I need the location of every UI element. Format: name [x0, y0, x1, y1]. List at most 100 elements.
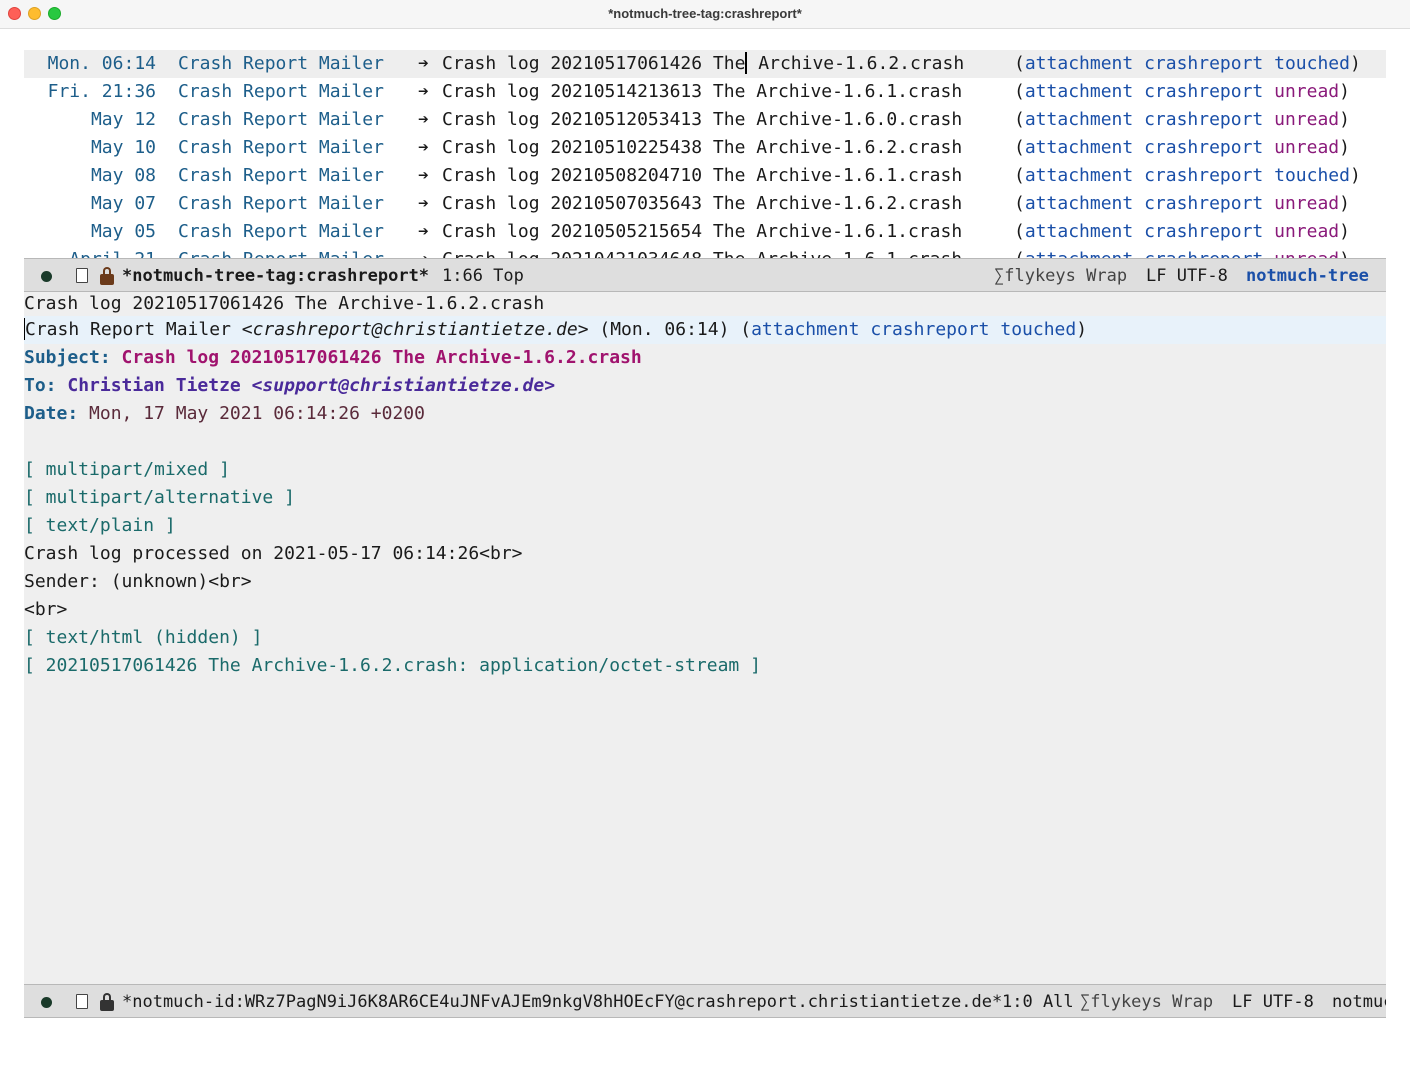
tree-row-from: Crash Report Mailer [178, 193, 384, 214]
mime-part-button[interactable]: [ text/html (hidden) ] [24, 624, 1386, 652]
tag-crashreport: crashreport [1144, 137, 1264, 158]
window-titlebar: *notmuch-tree-tag:crashreport* [0, 0, 1410, 29]
zoom-window-button[interactable] [48, 7, 61, 20]
modeline-position: 1:0 All [1002, 992, 1074, 1012]
modeline-tree[interactable]: *notmuch-tree-tag:crashreport* 1:66 Top … [24, 258, 1386, 292]
document-icon [76, 268, 88, 283]
tree-row-subject: Crash log 20210505215654 The Archive-1.6… [442, 221, 963, 242]
tree-row-subject: Crash log 20210421034648 The Archive-1.6… [442, 246, 962, 258]
tree-row-date: May 08 [90, 165, 156, 186]
modeline-minor-modes[interactable]: ∑flykeys Wrap [994, 259, 1127, 291]
modeline-major-mode[interactable]: notmuch-tree [1246, 259, 1369, 291]
status-dot-icon [41, 271, 52, 282]
tag-attachment: attachment [1024, 109, 1134, 130]
tag-attachment: attachment [1024, 81, 1134, 102]
modeline-buffer-name[interactable]: *notmuch-id:WRz7PagN9iJ6K8AR6CE4uJNFvAJE… [122, 985, 1002, 1017]
modeline-encoding[interactable]: LF UTF-8 [1146, 259, 1228, 291]
tag-crashreport: crashreport [1144, 53, 1264, 74]
close-window-button[interactable] [8, 7, 21, 20]
tree-row-subject: Crash log 20210510225438 The Archive-1.6… [442, 137, 963, 158]
tree-row[interactable]: May 10 Crash Report Mailer ➔ Crash log 2… [24, 134, 1386, 162]
tag-crashreport: crashreport [1144, 221, 1264, 242]
tag-status: touched [1274, 53, 1350, 74]
tag-status: unread [1274, 221, 1340, 242]
modeline-major-mode[interactable]: notmuc [1332, 985, 1386, 1017]
thread-arrow-icon: ➔ [418, 109, 429, 130]
tree-row[interactable]: April 21 Crash Report Mailer ➔ Crash log… [24, 246, 1386, 258]
tree-row[interactable]: Mon. 06:14 Crash Report Mailer ➔ Crash l… [24, 50, 1386, 78]
tree-row-from: Crash Report Mailer [178, 165, 384, 186]
tag-status: touched [1274, 165, 1350, 186]
tree-row-from: Crash Report Mailer [178, 137, 384, 158]
attachment-part-button[interactable]: [ 20210517061426 The Archive-1.6.2.crash… [24, 652, 1386, 680]
tree-row[interactable]: May 05 Crash Report Mailer ➔ Crash log 2… [24, 218, 1386, 246]
tag-status: unread [1274, 109, 1340, 130]
tree-row-subject: Crash log 20210508204710 The Archive-1.6… [442, 165, 963, 186]
tag-crashreport: crashreport [1144, 193, 1264, 214]
lock-icon [100, 267, 114, 285]
tree-row-date: Fri. 21:36 [47, 81, 156, 102]
tree-row-from: Crash Report Mailer [178, 109, 384, 130]
tree-row-tags: (attachment crashreport unread) [1014, 221, 1350, 242]
mime-part-button[interactable]: [ text/plain ] [24, 512, 1386, 540]
tree-row-date: May 12 [90, 109, 156, 130]
modeline-encoding[interactable]: LF UTF-8 [1232, 985, 1314, 1017]
modeline-position: 1:66 Top [442, 266, 524, 286]
message-header-summary[interactable]: Crash Report Mailer <crashreport@christi… [24, 316, 1386, 344]
thread-arrow-icon: ➔ [418, 81, 429, 102]
to-label: To: [24, 375, 68, 396]
date-line: Date: Mon, 17 May 2021 06:14:26 +0200 [24, 400, 1386, 428]
tree-row-subject: Crash log 20210507035643 The Archive-1.6… [442, 193, 963, 214]
tag-crashreport: crashreport [1144, 249, 1263, 258]
body-line: <br> [24, 599, 68, 620]
body-line: Sender: (unknown)<br> [24, 571, 252, 592]
date-value: Mon, 17 May 2021 06:14:26 +0200 [89, 403, 425, 424]
to-email[interactable]: <support@christiantietze.de> [252, 375, 555, 396]
tree-row-tags: (attachment crashreport unread) [1014, 81, 1350, 102]
window-title: *notmuch-tree-tag:crashreport* [608, 6, 802, 21]
tag-attachment: attachment [1024, 53, 1134, 74]
document-icon [76, 994, 88, 1009]
tree-row[interactable]: May 08 Crash Report Mailer ➔ Crash log 2… [24, 162, 1386, 190]
tree-row-subject: Crash log 20210512053413 The Archive-1.6… [442, 109, 963, 130]
to-line: To: Christian Tietze <support@christiant… [24, 372, 1386, 400]
tree-row-date: May 10 [90, 137, 156, 158]
message-echo-subject: Crash log 20210517061426 The Archive-1.6… [24, 293, 545, 314]
from-time: (Mon. 06:14) ( [588, 319, 752, 340]
body-line: Crash log processed on 2021-05-17 06:14:… [24, 543, 523, 564]
modeline-message[interactable]: *notmuch-id:WRz7PagN9iJ6K8AR6CE4uJNFvAJE… [24, 984, 1386, 1018]
notmuch-tree-pane[interactable]: Mon. 06:14 Crash Report Mailer ➔ Crash l… [24, 50, 1386, 258]
tree-row-subject: Crash log 20210517061426 The Archive-1.6… [442, 50, 964, 78]
tag-crashreport: crashreport [870, 319, 990, 340]
modeline-buffer-name[interactable]: *notmuch-tree-tag:crashreport* [122, 259, 429, 291]
tree-row-subject-post: Archive-1.6.2.crash [747, 53, 965, 74]
tag-attachment: attachment [1024, 165, 1134, 186]
tree-row-tags: (attachment crashreport touched) [1014, 53, 1361, 74]
tree-row[interactable]: May 07 Crash Report Mailer ➔ Crash log 2… [24, 190, 1386, 218]
tree-row[interactable]: May 12 Crash Report Mailer ➔ Crash log 2… [24, 106, 1386, 134]
tag-attachment: attachment [1024, 193, 1134, 214]
minimize-window-button[interactable] [28, 7, 41, 20]
tree-row-tags: (attachment crashreport unread) [1014, 193, 1350, 214]
tag-status: unread [1274, 137, 1340, 158]
modeline-minor-modes[interactable]: ∑flykeys Wrap [1080, 985, 1213, 1017]
message-view-pane[interactable]: Crash log 20210517061426 The Archive-1.6… [24, 292, 1386, 984]
to-name: Christian Tietze [67, 375, 252, 396]
tree-row-from: Crash Report Mailer [178, 81, 384, 102]
subject-line: Subject: Crash log 20210517061426 The Ar… [24, 344, 1386, 372]
tree-row[interactable]: Fri. 21:36 Crash Report Mailer ➔ Crash l… [24, 78, 1386, 106]
tree-row-tags: (attachment crashreport unread) [1014, 109, 1350, 130]
tag-attachment: attachment [1024, 221, 1134, 242]
tree-row-from: Crash Report Mailer [178, 246, 384, 258]
mime-part-button[interactable]: [ multipart/mixed ] [24, 456, 1386, 484]
lock-icon [100, 993, 114, 1011]
from-email[interactable]: <crashreport@christiantietze.de> [242, 319, 589, 340]
tag-status: unread [1274, 249, 1339, 258]
thread-arrow-icon: ➔ [418, 53, 429, 74]
tree-row-tags: (attachment crashreport touched) [1014, 165, 1361, 186]
thread-arrow-icon: ➔ [418, 246, 429, 258]
from-first-char: C [25, 319, 36, 340]
tag-status: unread [1274, 81, 1340, 102]
mime-part-button[interactable]: [ multipart/alternative ] [24, 484, 1386, 512]
